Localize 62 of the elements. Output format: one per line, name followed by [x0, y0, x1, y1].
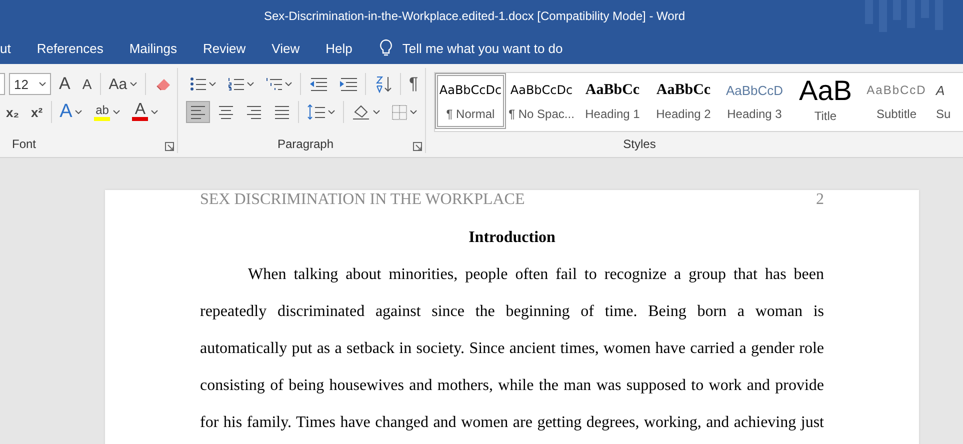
caret-icon[interactable]: [39, 82, 46, 86]
body-paragraph: When talking about minorities, people often fail to recognize a group that has been repeatedly discriminated against since the beginning of time. Being born a woman is automatically put as a setback in society. Since ancient times, women have carried a gender role consisting of being housewives and mothers, while the man was supposed to work and provide for his family. Times have changed and women are getting degrees, working, and achieving just: [200, 265, 824, 433]
running-header: SEX DISCRIMINATION IN THE WORKPLACE: [200, 191, 525, 209]
ribbon-tab[interactable]: View: [258, 32, 313, 64]
window-title: Sex-Discrimination-in-the-Workplace.edited-1.docx [Compatibility Mode] - Word: [264, 9, 686, 23]
superscript-button[interactable]: x²: [27, 101, 47, 123]
caret-icon[interactable]: [410, 110, 417, 114]
outdent-icon: [309, 77, 327, 91]
caret-icon[interactable]: [247, 82, 254, 86]
ribbon-tab[interactable]: Mailings: [116, 32, 190, 64]
multilevel-list-icon: [266, 77, 282, 91]
text-effects-button[interactable]: A: [56, 101, 86, 123]
bulleted-list-icon: [190, 77, 206, 91]
font-name-field[interactable]: [0, 73, 5, 95]
caret-icon[interactable]: [328, 110, 335, 114]
caret-icon[interactable]: [285, 82, 292, 86]
sort-icon: [374, 75, 392, 93]
align-justify-icon: [274, 104, 290, 120]
dialog-launcher-icon[interactable]: [165, 142, 174, 151]
font-size-field[interactable]: 12: [9, 73, 51, 95]
indent-icon: [339, 77, 357, 91]
grow-font-button[interactable]: A: [55, 73, 74, 95]
align-center-icon: [218, 104, 234, 120]
ribbon-tab[interactable]: ut: [0, 32, 24, 64]
ribbon-tab[interactable]: References: [24, 32, 116, 64]
section-heading: Introduction: [468, 229, 556, 247]
group-label: Font: [12, 137, 36, 151]
borders-icon: [392, 104, 407, 120]
caret-icon[interactable]: [130, 82, 138, 86]
style-option[interactable]: AaBbCc Heading 1: [577, 73, 648, 129]
align-left-button[interactable]: [186, 101, 210, 123]
caret-icon[interactable]: [151, 110, 158, 114]
page-number: 2: [816, 191, 824, 209]
ribbon-tab[interactable]: Help: [312, 32, 366, 64]
style-option[interactable]: AaBbCcD Heading 3: [719, 73, 790, 129]
show-formatting-button[interactable]: ¶: [405, 73, 422, 95]
style-option[interactable]: AaBbCcDc ¶ No Spac...: [506, 73, 577, 129]
style-option[interactable]: AaBbCcD Subtitle: [861, 73, 932, 129]
caret-icon[interactable]: [75, 110, 82, 114]
lightbulb-icon[interactable]: [379, 39, 394, 57]
style-option[interactable]: A Su: [932, 73, 963, 129]
align-right-icon: [246, 104, 262, 120]
ribbon-tab[interactable]: Review: [190, 32, 259, 64]
subscript-button[interactable]: x₂: [2, 101, 24, 123]
numbered-list-icon: [228, 77, 244, 91]
group-label: Styles: [623, 137, 656, 151]
style-option[interactable]: AaB Title: [790, 73, 861, 129]
caret-icon[interactable]: [209, 82, 216, 86]
font-color-button[interactable]: A: [128, 101, 162, 123]
shrink-font-button[interactable]: A: [78, 73, 96, 95]
group-label: Paragraph: [277, 137, 334, 151]
dialog-launcher-icon[interactable]: [413, 142, 422, 151]
caret-icon[interactable]: [373, 110, 380, 114]
caret-icon[interactable]: [113, 110, 120, 114]
eraser-icon: [154, 76, 172, 92]
tell-me-search[interactable]: Tell me what you want to do: [402, 40, 563, 56]
highlight-button[interactable]: ab: [90, 101, 124, 123]
change-case-button[interactable]: Aa: [104, 73, 142, 95]
line-spacing-icon: [307, 104, 325, 120]
style-option[interactable]: AaBbCc Heading 2: [648, 73, 719, 129]
style-option[interactable]: AaBbCcDc ¶ Normal: [435, 73, 506, 129]
align-left-icon: [190, 104, 206, 120]
